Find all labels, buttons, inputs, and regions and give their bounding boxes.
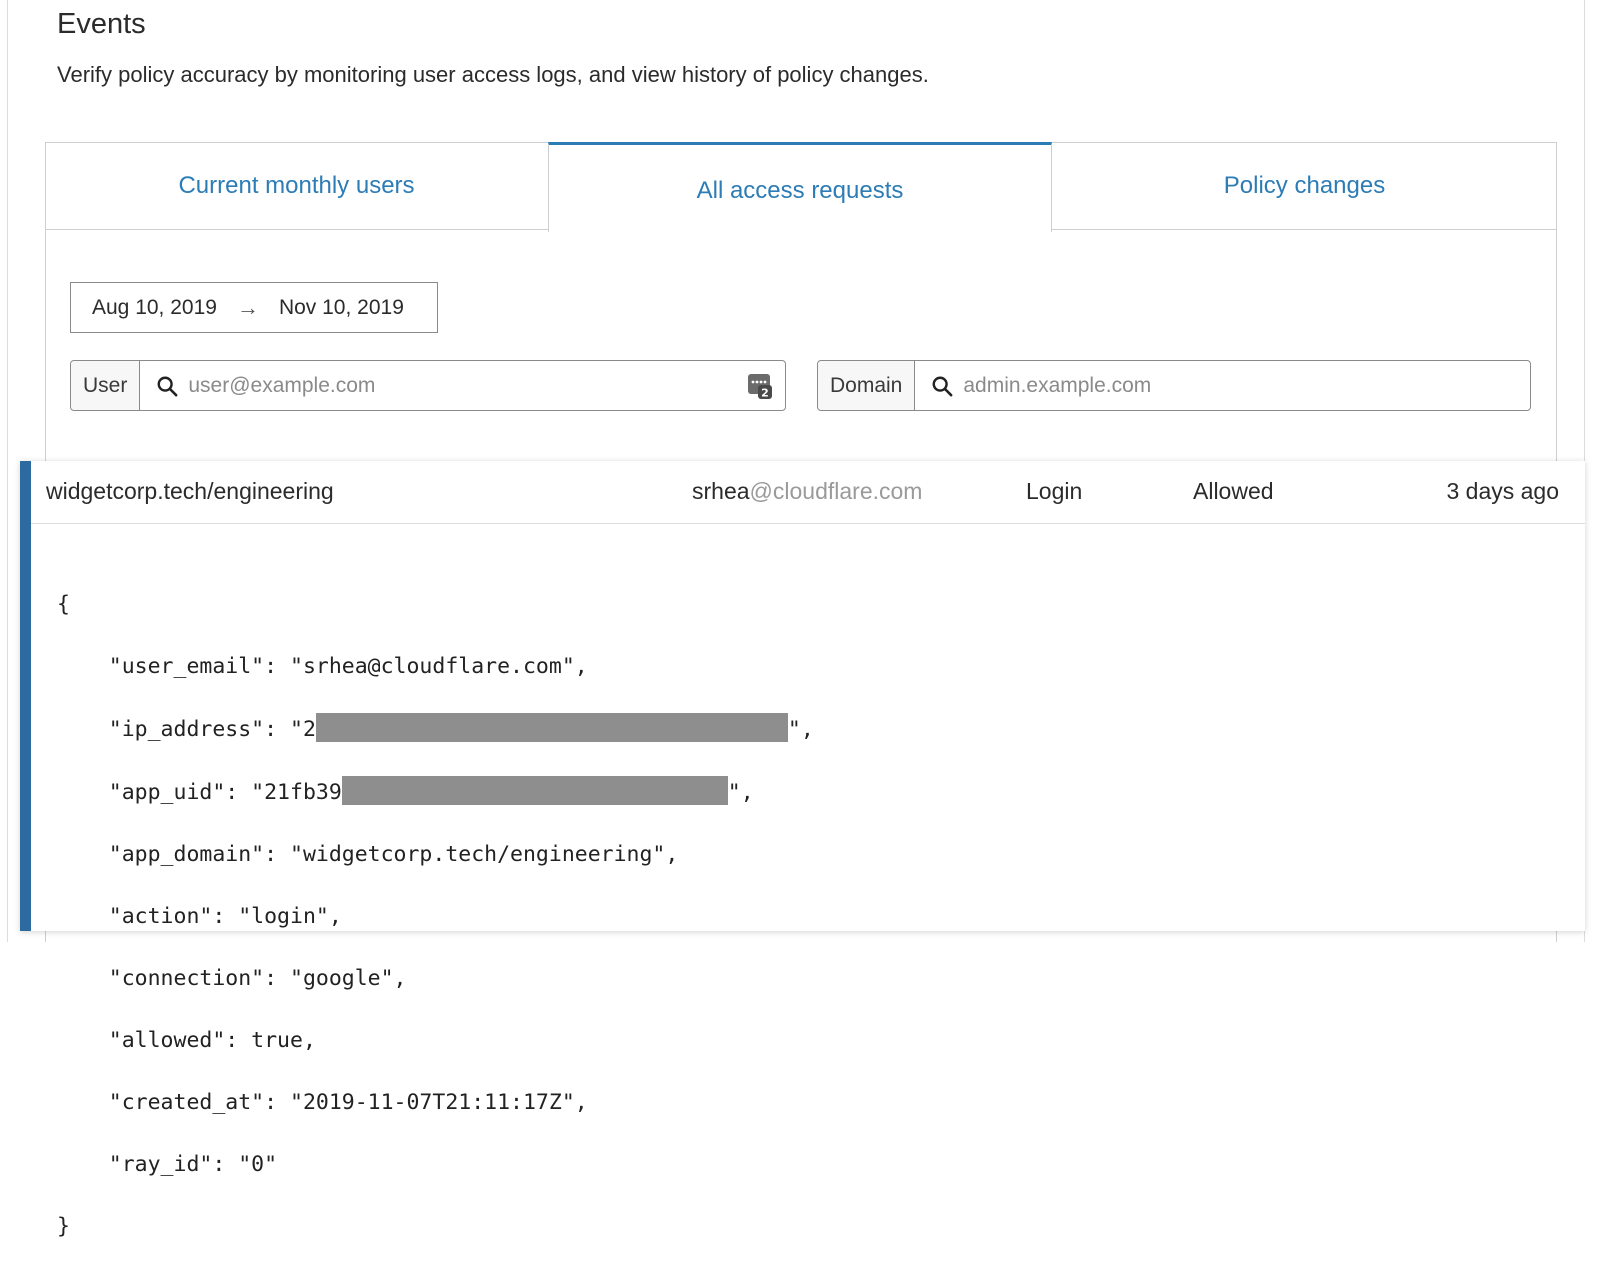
domain-filter-label: Domain [818,361,916,410]
json-line-ray-id: "ray_id": "0" [57,1152,278,1177]
redaction-block [315,713,788,742]
date-range-picker[interactable]: Aug 10, 2019 → Nov 10, 2019 [70,282,438,333]
event-email-domain: @cloudflare.com [749,478,923,504]
search-icon [157,376,178,396]
event-action: Login [1026,478,1083,504]
page-description: Verify policy accuracy by monitoring use… [57,62,929,87]
user-filter-label: User [71,361,141,410]
event-email-user: srhea [692,478,750,504]
tab-all-access-requests[interactable]: All access requests [548,142,1052,232]
page-title: Events [57,8,146,40]
json-line-connection: "connection": "google", [57,966,407,991]
user-filter: User 2 [70,360,786,411]
json-line-allowed: "allowed": true, [57,1028,316,1053]
date-range-end: Nov 10, 2019 [278,295,404,319]
json-line-ip-address: "ip_address": "2 ", [57,713,814,745]
event-user-email: srhea@cloudflare.com [692,478,922,505]
svg-text:2: 2 [761,387,769,400]
redaction-block [341,776,728,805]
user-filter-field: 2 [140,361,785,410]
json-line-app-uid: "app_uid": "21fb39 ", [57,776,814,808]
tab-bar: Current monthly users All access request… [45,142,1557,232]
json-line-created-at: "created_at": "2019-11-07T21:11:17Z", [57,1090,588,1115]
event-row[interactable]: widgetcorp.tech/engineering srhea@cloudf… [31,461,1585,524]
domain-filter-field [915,361,1530,410]
event-selected-bar [20,461,31,931]
event-json-detail: { "user_email": "srhea@cloudflare.com", … [57,558,814,1273]
arrow-right-icon: → [236,294,259,320]
json-line-action: "action": "login", [57,904,342,929]
event-status: Allowed [1193,478,1274,504]
json-line-user-email: "user_email": "srhea@cloudflare.com", [57,654,588,679]
tab-policy-changes[interactable]: Policy changes [1052,142,1557,230]
user-search-input[interactable] [186,372,785,399]
json-open-brace: { [57,592,70,617]
frame-border-left [7,0,8,942]
password-manager-icon[interactable]: 2 [747,372,773,400]
json-line-app-domain: "app_domain": "widgetcorp.tech/engineeri… [57,842,679,867]
json-close-brace: } [57,1214,70,1239]
domain-filter: Domain [817,360,1531,411]
date-range-start: Aug 10, 2019 [92,295,217,319]
search-icon [932,376,953,396]
tab-current-monthly-users[interactable]: Current monthly users [45,142,548,230]
domain-search-input[interactable] [961,372,1530,399]
event-time: 3 days ago [1446,478,1559,504]
event-app-domain: widgetcorp.tech/engineering [46,478,334,504]
